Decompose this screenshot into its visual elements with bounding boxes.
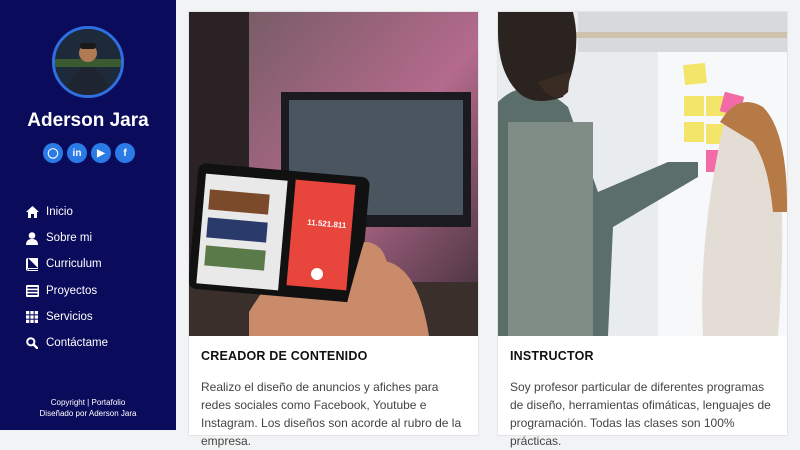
content-creator-image: 11.521.811 <box>189 12 478 336</box>
card-title: CREADOR DE CONTENIDO <box>201 349 368 363</box>
nav-item-curriculum[interactable]: Curriculum <box>26 251 108 277</box>
nav-label: Curriculum <box>46 258 102 271</box>
main-nav: Inicio Sobre mi Curriculum Proyectos Ser… <box>26 199 108 356</box>
card-description: Realizo el diseño de anuncios y afiches … <box>201 380 462 448</box>
facebook-icon[interactable]: f <box>115 143 135 163</box>
nav-item-sobre-mi[interactable]: Sobre mi <box>26 225 108 251</box>
linkedin-icon[interactable]: in <box>67 143 87 163</box>
profile-name: Aderson Jara <box>27 110 149 131</box>
grid-icon <box>26 310 46 323</box>
sidebar-footer: Copyright | Portafolio Diseñado por Ader… <box>0 397 176 419</box>
list-icon <box>26 284 46 297</box>
nav-item-contactame[interactable]: Contáctame <box>26 330 108 356</box>
nav-label: Inicio <box>46 206 73 219</box>
nav-item-proyectos[interactable]: Proyectos <box>26 278 108 304</box>
avatar-photo <box>55 29 121 95</box>
sidebar: Aderson Jara ◯ in ▶ f Inicio Sobre mi Cu… <box>0 0 176 430</box>
nav-label: Proyectos <box>46 284 98 297</box>
nav-item-inicio[interactable]: Inicio <box>26 199 108 225</box>
book-icon <box>26 257 46 271</box>
user-icon <box>26 231 46 245</box>
service-card-instructor: INSTRUCTOR Soy profesor particular de di… <box>497 11 788 448</box>
nav-label: Servicios <box>46 310 93 323</box>
home-icon <box>26 206 46 219</box>
designer-credit: Diseñado por Aderson Jara <box>39 409 137 418</box>
github-icon[interactable]: ◯ <box>43 143 63 163</box>
service-card-creador: 11.521.811 CREADOR DE CONTENIDO Realizo … <box>188 11 479 448</box>
instructor-image <box>498 12 787 336</box>
nav-label: Contáctame <box>46 337 109 350</box>
social-links: ◯ in ▶ f <box>43 143 135 163</box>
youtube-icon[interactable]: ▶ <box>91 143 111 163</box>
nav-item-servicios[interactable]: Servicios <box>26 304 108 330</box>
card-title: INSTRUCTOR <box>510 349 594 363</box>
nav-label: Sobre mi <box>46 232 93 245</box>
copyright-text: Copyright | Portafolio <box>50 398 126 407</box>
avatar <box>52 26 124 98</box>
search-icon <box>26 337 46 350</box>
card-description: Soy profesor particular de diferentes pr… <box>510 380 771 448</box>
